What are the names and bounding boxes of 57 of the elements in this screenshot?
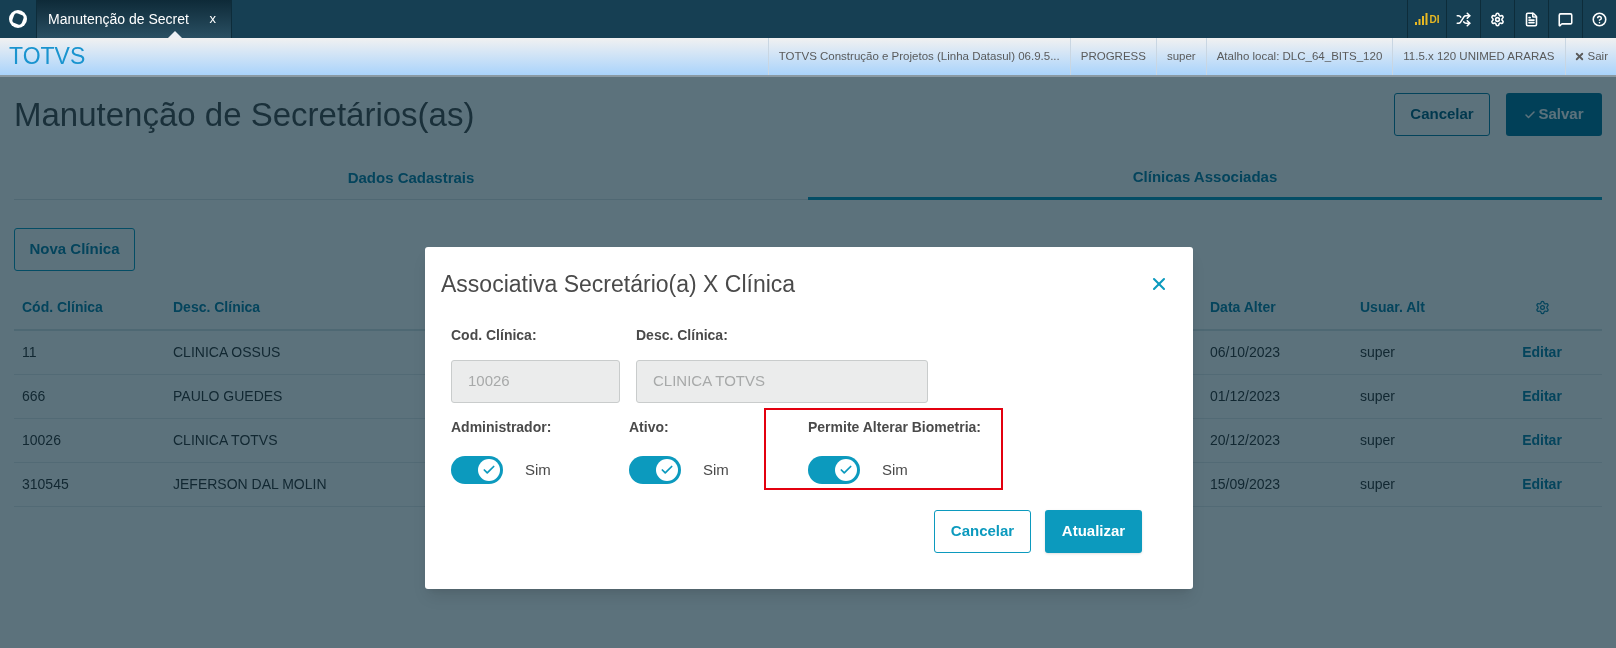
table-cell: super [1352,331,1482,375]
table-cell: 15/09/2023 [1202,463,1352,507]
window-tab[interactable]: Manutenção de Secret x [37,0,232,38]
toggle-switch[interactable] [808,456,860,484]
info-item: Atalho local: DLC_64_BITS_120 [1205,38,1393,75]
cancel-button[interactable]: Cancelar [934,510,1031,553]
table-cell: 10026 [14,419,165,463]
switch-title: Ativo: [629,418,670,437]
tab[interactable]: Clínicas Associadas [808,158,1602,200]
column-header: Cód. Clínica [14,285,165,331]
table-cell: 666 [14,375,165,419]
shuffle-icon [1456,11,1471,27]
update-button[interactable]: Atualizar [1045,510,1142,553]
toggle-switch[interactable] [629,456,681,484]
close-icon [1573,51,1585,62]
save-button[interactable]: Salvar [1506,93,1602,136]
table-cell: super [1352,375,1482,419]
info-item: PROGRESS [1069,38,1156,75]
chat-icon [1558,11,1573,27]
check-icon [660,463,674,477]
document-icon [1524,11,1539,27]
help-icon [1592,11,1607,27]
edit-link[interactable]: Editar [1522,430,1562,451]
table-cell: 06/10/2023 [1202,331,1352,375]
brand-name: TOTVS [9,42,86,72]
cancel-button[interactable]: Cancelar [1394,93,1490,136]
input-field[interactable]: CLINICA TOTVS [636,360,928,403]
tab[interactable]: Dados Cadastrais [14,158,808,200]
check-icon [839,463,853,477]
logout-button[interactable]: Sair [1564,38,1616,75]
table-cell: 310545 [14,463,165,507]
close-tab-button[interactable]: x [209,9,216,29]
info-item: super [1155,38,1206,75]
logo-icon [8,9,28,29]
column-header: Data Alter [1202,285,1352,331]
table-cell: 11 [14,331,165,375]
edit-link[interactable]: Editar [1522,342,1562,363]
settings-icon [1490,11,1505,27]
check-icon [1524,108,1537,121]
input-field[interactable]: 10026 [451,360,620,403]
signal-icon [1414,13,1428,25]
switch-title: Permite Alterar Biometria: [808,418,982,437]
info-item: TOTVS Construção e Projetos (Linha Datasul) 06.9.5... [767,38,1070,75]
edit-link[interactable]: Editar [1522,474,1562,495]
new-clinic-button[interactable]: Nova Clínica [14,228,135,271]
table-cell: 20/12/2023 [1202,419,1352,463]
edit-link[interactable]: Editar [1522,386,1562,407]
toggle-switch[interactable] [451,456,503,484]
page-title: Manutenção de Secretários(as) [14,94,475,135]
table-cell: super [1352,463,1482,507]
settings-icon [1534,299,1550,315]
switch-title: Administrador: [451,418,553,437]
table-cell: 01/12/2023 [1202,375,1352,419]
info-item: 11.5.x 120 UNIMED ARARAS [1392,38,1565,75]
check-icon [482,463,496,477]
table-cell: super [1352,419,1482,463]
column-header: Usuar. Alt [1352,285,1482,331]
